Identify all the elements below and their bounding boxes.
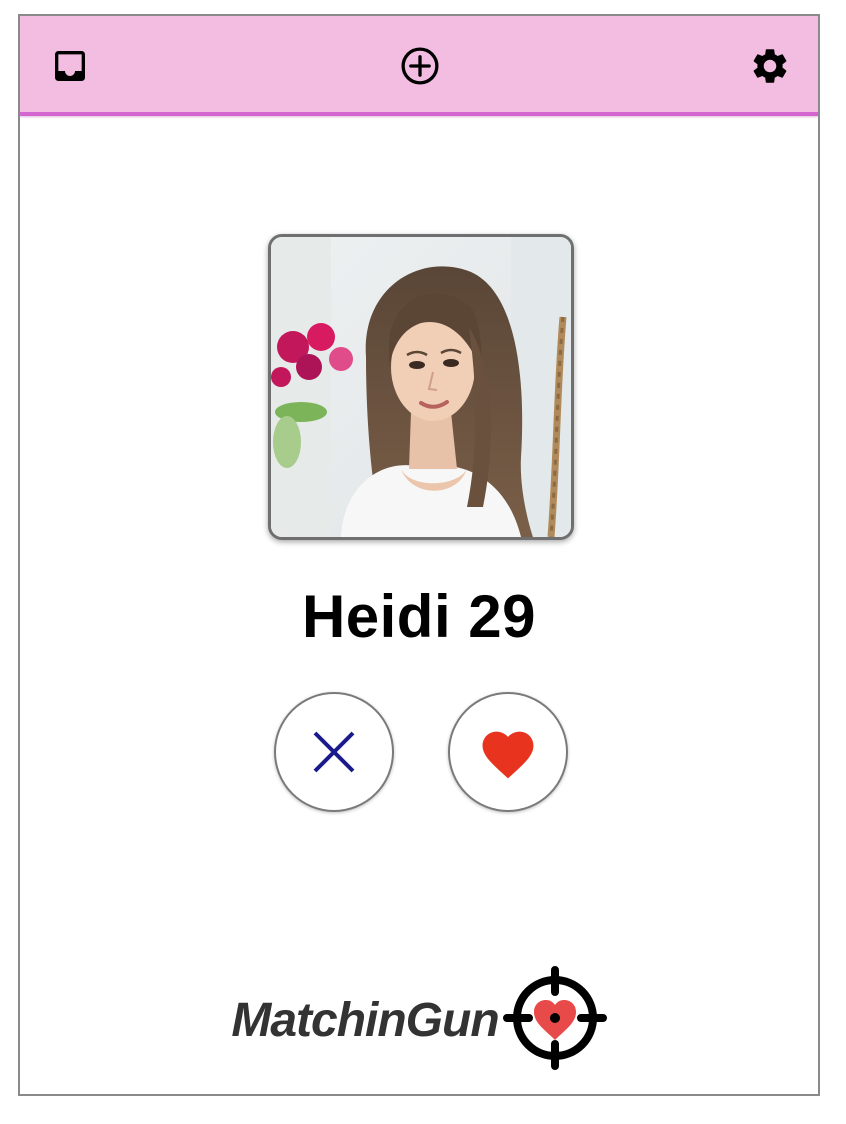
- brand-name: MatchinGun: [231, 993, 499, 1047]
- profile-name-age: Heidi 29: [301, 583, 537, 650]
- inbox-button[interactable]: [48, 44, 92, 88]
- add-circle-icon: [401, 47, 439, 85]
- inbox-icon: [55, 51, 85, 81]
- crosshair-heart-icon: [502, 966, 607, 1070]
- reject-button[interactable]: [274, 692, 394, 812]
- brand-logo: MatchinGun: [20, 960, 818, 1076]
- top-toolbar: [20, 16, 818, 116]
- heart-icon: [482, 731, 534, 779]
- settings-button[interactable]: [748, 44, 792, 88]
- app-window: Heidi 29 MatchinGun: [18, 14, 820, 1096]
- like-button[interactable]: [448, 692, 568, 812]
- add-button[interactable]: [398, 44, 442, 88]
- profile-photo[interactable]: [268, 234, 574, 540]
- profile-photo-image: [271, 237, 571, 537]
- gear-icon: [753, 49, 787, 83]
- close-icon: [313, 731, 355, 773]
